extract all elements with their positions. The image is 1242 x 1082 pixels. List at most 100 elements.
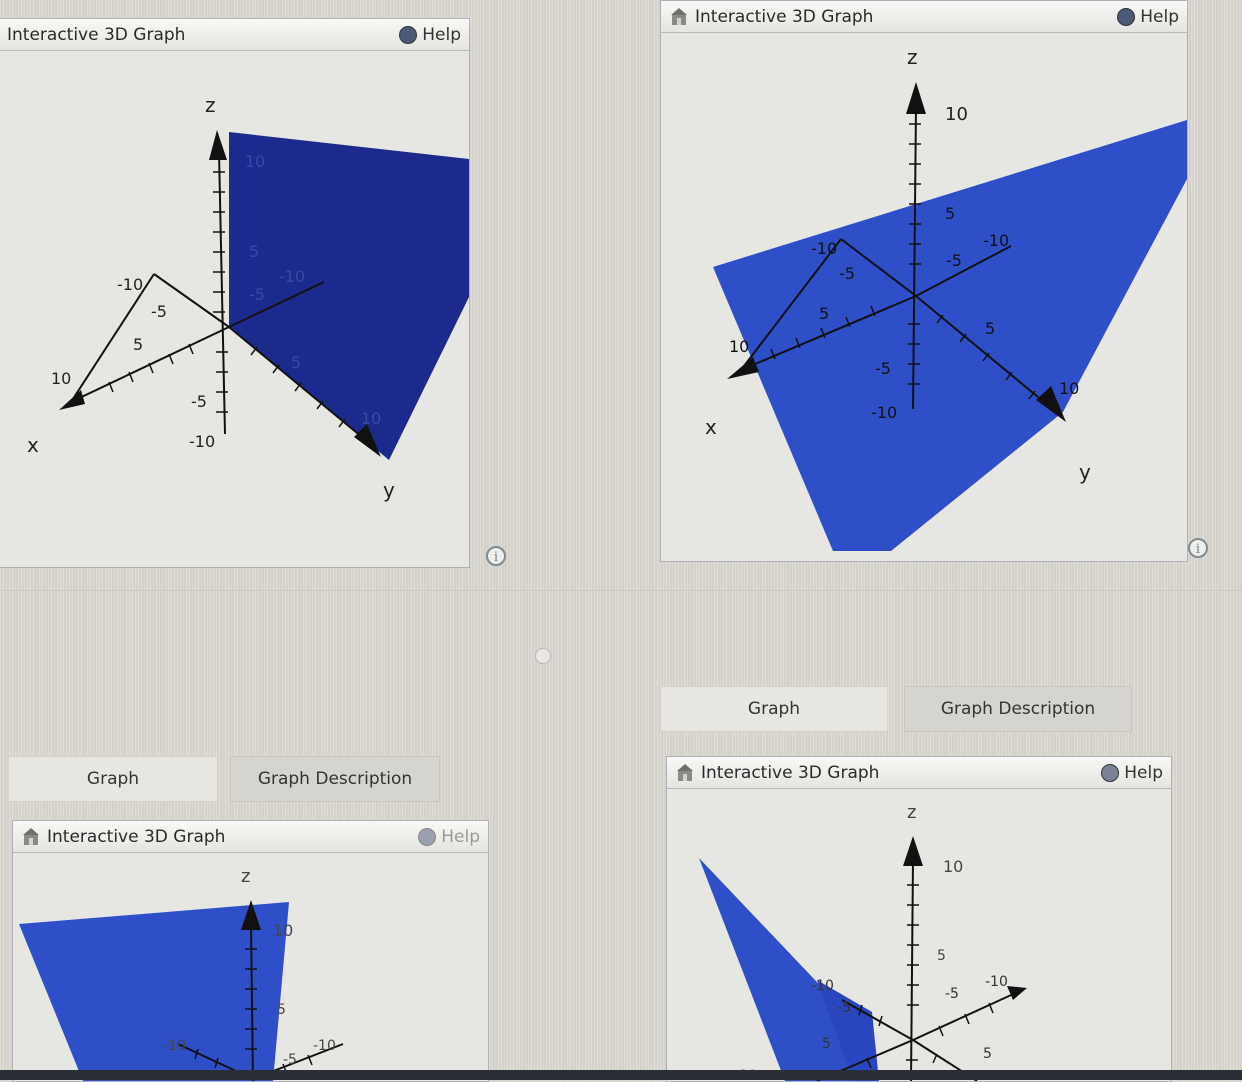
graph-2-tick-y10: 10 — [1059, 379, 1079, 398]
graph-panel-1-title: Interactive 3D Graph — [7, 24, 186, 45]
tabs-left: Graph Graph Description — [8, 756, 440, 802]
graph-4-tick-ym5: -5 — [945, 986, 959, 1002]
graph-3-tick-ym10: -10 — [313, 1038, 336, 1054]
graph-1-tick-z10: 10 — [245, 152, 265, 171]
graph-panel-3-plot[interactable]: z 10 5 -10 -5 -10 — [13, 854, 488, 1081]
help-icon — [399, 25, 418, 44]
graph-2-tick-x5: 5 — [819, 304, 829, 323]
help-icon — [418, 827, 437, 846]
graph-panel-4-help-label: Help — [1124, 762, 1163, 783]
graph-panel-2-help-button[interactable]: Help — [1117, 7, 1179, 27]
graph-panel-3-title: Interactive 3D Graph — [47, 826, 226, 847]
graph-2-z-arrow — [906, 82, 926, 114]
graph-app-icon — [23, 827, 39, 845]
graph-panel-1: Interactive 3D Graph Help z x y 10 5 -5 … — [0, 18, 470, 568]
graph-4-svg[interactable]: z 10 5 -10 -5 5 10 -10 -5 5 — [667, 790, 1171, 1081]
graph-panel-1-help-button[interactable]: Help — [399, 25, 461, 45]
graph-3-tick-xm10: -10 — [163, 1038, 186, 1054]
graph-4-tick-xm10: -10 — [811, 978, 834, 994]
graph-4-tick-y5: 5 — [983, 1046, 992, 1062]
graph-3-z-label: z — [241, 866, 250, 887]
graph-1-tick-zm5: -5 — [191, 392, 207, 411]
graph-2-tick-xm5: -5 — [839, 264, 855, 283]
graph-3-svg[interactable]: z 10 5 -10 -5 -10 — [13, 854, 488, 1081]
graph-2-svg[interactable]: z x y 10 5 -5 -10 -10 -5 5 10 -10 -5 5 1… — [661, 34, 1187, 561]
tab-graph[interactable]: Graph — [660, 686, 888, 732]
graph-1-tick-ym10: -10 — [279, 267, 305, 286]
graph-3-tick-z5: 5 — [277, 1002, 286, 1018]
graph-4-z-arrow — [903, 836, 923, 866]
graph-app-icon — [671, 7, 687, 25]
tab-graph[interactable]: Graph — [8, 756, 218, 802]
graph-panel-2-title: Interactive 3D Graph — [695, 6, 874, 27]
graph-1-x-label: x — [27, 433, 39, 457]
tab-graph-description[interactable]: Graph Description — [904, 686, 1132, 732]
graph-panel-2: Interactive 3D Graph Help z x y 10 5 -5 … — [660, 0, 1188, 562]
graph-1-plane — [229, 132, 469, 460]
graph-2-tick-ym5: -5 — [946, 251, 962, 270]
graph-4-tick-xm5: -5 — [837, 1000, 851, 1016]
graph-2-tick-ym10: -10 — [983, 231, 1009, 250]
screen-bottom-bezel — [0, 1070, 1242, 1080]
graph-3-tick-z10: 10 — [273, 921, 293, 940]
graph-panel-4-plot[interactable]: z 10 5 -10 -5 5 10 -10 -5 5 — [667, 790, 1171, 1081]
graph-2-tick-zm10: -10 — [871, 403, 897, 422]
graph-2-tick-xm10: -10 — [811, 239, 837, 258]
graph-1-z-label: z — [205, 93, 216, 117]
graph-2-tick-x10: 10 — [729, 337, 749, 356]
graph-1-tick-zm10: -10 — [189, 432, 215, 451]
graph-4-tick-z10: 10 — [943, 857, 963, 876]
graph-4-ticks — [858, 884, 994, 1069]
graph-1-svg[interactable]: z x y 10 5 -5 -10 -10 -5 5 10 -10 -5 5 1… — [0, 52, 469, 567]
graph-panel-2-plot[interactable]: z x y 10 5 -5 -10 -10 -5 5 10 -10 -5 5 1… — [661, 34, 1187, 561]
section-divider — [0, 590, 1242, 591]
graph-1-z-arrow — [209, 130, 227, 160]
graph-panel-1-help-label: Help — [422, 24, 461, 45]
graph-2-x-label: x — [705, 415, 717, 439]
graph-panel-4-help-button[interactable]: Help — [1101, 763, 1163, 783]
graph-1-tick-x5: 5 — [133, 335, 143, 354]
graph-2-tick-z10: 10 — [945, 104, 968, 125]
graph-2-y-label: y — [1079, 460, 1091, 484]
graph-1-tick-y5: 5 — [291, 353, 301, 372]
graph-1-y-label: y — [383, 478, 395, 502]
tab-graph-description[interactable]: Graph Description — [230, 756, 440, 802]
graph-1-tick-z5: 5 — [249, 242, 259, 261]
graph-panel-1-plot[interactable]: z x y 10 5 -5 -10 -10 -5 5 10 -10 -5 5 1… — [0, 52, 469, 567]
info-icon[interactable]: i — [486, 546, 506, 566]
graph-panel-4-titlebar: Interactive 3D Graph Help — [667, 757, 1171, 789]
graph-4-tick-x5: 5 — [822, 1036, 831, 1052]
graph-4-z-label: z — [907, 802, 916, 823]
graph-panel-1-titlebar: Interactive 3D Graph Help — [0, 19, 469, 51]
graph-2-tick-z5: 5 — [945, 204, 955, 223]
radio-button[interactable] — [535, 648, 551, 664]
graph-1-tick-ym5: -5 — [249, 285, 265, 304]
graph-2-plane — [713, 120, 1187, 551]
graph-panel-3: Interactive 3D Graph Help z 10 5 -10 -5 — [12, 820, 489, 1082]
graph-3-tick-ym5: -5 — [283, 1052, 297, 1068]
graph-1-tick-y10: 10 — [361, 409, 381, 428]
graph-panel-3-titlebar: Interactive 3D Graph Help — [13, 821, 488, 853]
graph-1-x-arrow — [59, 390, 85, 410]
tabs-right: Graph Graph Description — [660, 686, 1132, 732]
help-icon — [1117, 7, 1136, 26]
graph-1-tick-x10: 10 — [51, 369, 71, 388]
graph-panel-2-titlebar: Interactive 3D Graph Help — [661, 1, 1187, 33]
graph-2-z-label: z — [907, 45, 918, 69]
graph-1-tick-xm10: -10 — [117, 275, 143, 294]
graph-2-tick-y5: 5 — [985, 319, 995, 338]
graph-2-tick-zm5: -5 — [875, 359, 891, 378]
graph-panel-4: Interactive 3D Graph Help z 10 5 -10 -5 … — [666, 756, 1172, 1082]
graph-4-z-axis — [910, 859, 914, 1081]
graph-app-icon — [677, 763, 693, 781]
graph-2-x-arrow — [727, 357, 759, 379]
graph-panel-4-title: Interactive 3D Graph — [701, 762, 880, 783]
graph-4-tick-z5: 5 — [937, 948, 946, 964]
graph-panel-3-help-label: Help — [441, 826, 480, 847]
graph-1-tick-xm5: -5 — [151, 302, 167, 321]
graph-4-tick-ym10: -10 — [985, 974, 1008, 990]
help-icon — [1101, 763, 1120, 782]
graph-panel-3-help-button[interactable]: Help — [418, 827, 480, 847]
graph-panel-2-help-label: Help — [1140, 6, 1179, 27]
info-icon[interactable]: i — [1188, 538, 1208, 558]
